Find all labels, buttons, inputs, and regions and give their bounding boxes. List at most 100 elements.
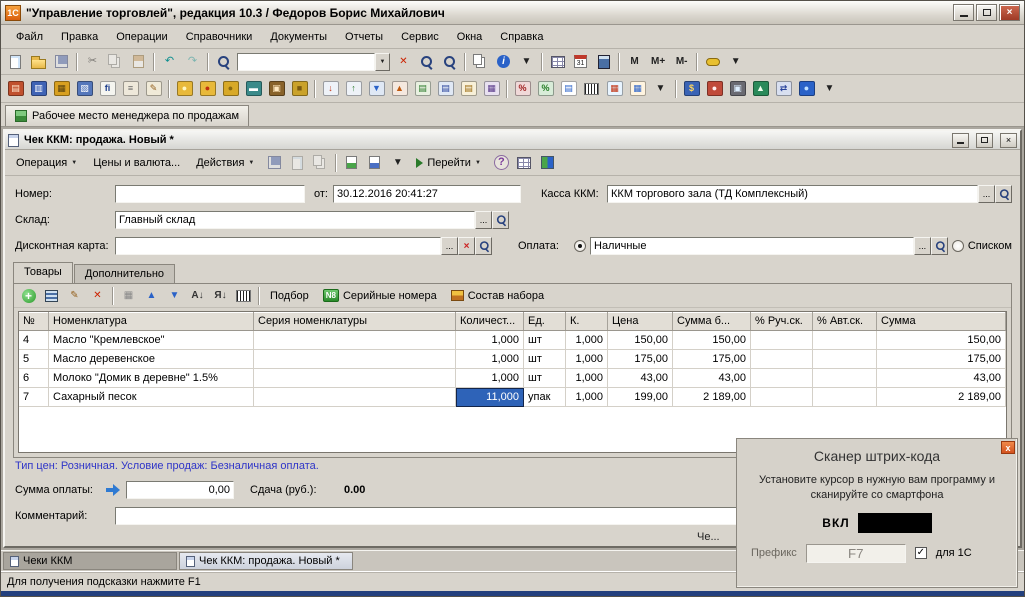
cell-auto_disc[interactable] <box>813 369 877 388</box>
column-header-manual_disc[interactable]: % Руч.ск. <box>751 312 813 330</box>
move-row-down-button[interactable]: ▼ <box>164 285 185 306</box>
operation-menu-button[interactable]: Операция ▼ <box>9 152 84 173</box>
copy-document-icon[interactable] <box>310 152 331 173</box>
cell-sum_no_disc[interactable]: 2 189,00 <box>673 388 751 407</box>
warehouse-input[interactable] <box>115 211 475 229</box>
cell-sum[interactable]: 43,00 <box>877 369 1006 388</box>
menu-item-reports[interactable]: Отчеты <box>336 27 392 47</box>
move-row-up-button[interactable]: ▲ <box>141 285 162 306</box>
exchange-rates-icon[interactable]: $ <box>681 78 702 99</box>
calculator-icon[interactable] <box>593 51 614 72</box>
print-document-icon[interactable]: ▧ <box>74 78 95 99</box>
document-structure-icon[interactable] <box>537 152 558 173</box>
table-row[interactable]: 5 Масло деревенское 1,000 шт 1,000 175,00 175,… <box>19 350 1006 369</box>
cell-k[interactable]: 1,000 <box>566 350 608 369</box>
menu-item-help[interactable]: Справка <box>491 27 552 47</box>
document-list-view-icon[interactable] <box>514 152 535 173</box>
edit-row-button[interactable]: ✎ <box>64 285 85 306</box>
payment-type-input[interactable] <box>590 237 914 255</box>
cell-name[interactable]: Молоко "Домик в деревне" 1.5% <box>49 369 254 388</box>
scales-device-icon[interactable]: ▲ <box>750 78 771 99</box>
crm-contacts-icon[interactable]: ● <box>704 78 725 99</box>
print-check-icon[interactable] <box>364 152 385 173</box>
cell-qty[interactable]: 11,000 <box>456 388 524 407</box>
bottom-tab-check-sale-new[interactable]: Чек ККМ: продажа. Новый * <box>179 552 353 570</box>
documents-journal-icon[interactable]: ▥ <box>28 78 49 99</box>
receipt-printer-icon[interactable]: ▤ <box>5 78 26 99</box>
coins-icon[interactable]: ● <box>220 78 241 99</box>
price-list-icon[interactable]: ▤ <box>558 78 579 99</box>
cell-series[interactable] <box>254 350 456 369</box>
kkm-open-button[interactable] <box>995 185 1012 203</box>
memory-plus-button[interactable]: M+ <box>647 51 669 72</box>
cell-unit[interactable]: упак <box>524 388 566 407</box>
prices-currency-button[interactable]: Цены и валюта... <box>86 152 187 173</box>
data-exchange-icon[interactable]: ⇄ <box>773 78 794 99</box>
doc-more-dropdown-button[interactable]: ▼ <box>387 152 408 173</box>
payment-cash-radio[interactable] <box>574 240 586 252</box>
doc-close-button[interactable]: × <box>1000 132 1017 148</box>
memory-minus-button[interactable]: M- <box>671 51 692 72</box>
for-1c-checkbox[interactable] <box>914 547 927 560</box>
tab-goods[interactable]: Товары <box>13 262 73 283</box>
cell-num[interactable]: 6 <box>19 369 49 388</box>
find-next-icon[interactable] <box>416 51 437 72</box>
retail-equipment-icon[interactable]: ▣ <box>727 78 748 99</box>
scanner-status-display[interactable] <box>857 512 932 533</box>
cell-sum[interactable]: 175,00 <box>877 350 1006 369</box>
goods-receipt-icon[interactable]: ▼ <box>366 78 387 99</box>
maximize-button[interactable] <box>976 4 997 21</box>
cell-price[interactable]: 199,00 <box>608 388 673 407</box>
quick-search-input[interactable] <box>237 52 375 71</box>
close-button[interactable]: × <box>999 4 1020 21</box>
show-table-icon[interactable] <box>547 51 568 72</box>
cell-sum_no_disc[interactable]: 150,00 <box>673 331 751 350</box>
open-file-icon[interactable] <box>28 51 49 72</box>
save-icon[interactable] <box>51 51 72 72</box>
save-document-icon[interactable] <box>264 152 285 173</box>
menu-item-documents[interactable]: Документы <box>261 27 336 47</box>
column-header-sum[interactable]: Сумма <box>877 312 1006 330</box>
repricing-icon[interactable]: % <box>512 78 533 99</box>
date-input[interactable] <box>333 185 521 203</box>
column-header-price[interactable]: Цена <box>608 312 673 330</box>
cell-manual_disc[interactable] <box>751 331 813 350</box>
cell-manual_disc[interactable] <box>751 388 813 407</box>
cell-unit[interactable]: шт <box>524 369 566 388</box>
cell-price[interactable]: 43,00 <box>608 369 673 388</box>
cell-unit[interactable]: шт <box>524 331 566 350</box>
discount-clear-button[interactable]: × <box>458 237 475 255</box>
memory-store-button[interactable]: M <box>624 51 645 72</box>
goods-return-icon[interactable]: ▲ <box>389 78 410 99</box>
bottom-tab-checks-journal[interactable]: Чеки ККМ <box>3 552 177 570</box>
cell-series[interactable] <box>254 388 456 407</box>
add-copy-row-icon[interactable] <box>41 285 62 306</box>
scanner-prefix-input[interactable] <box>805 543 906 563</box>
cash-in-icon[interactable]: ● <box>174 78 195 99</box>
calendar-icon[interactable]: 31 <box>570 51 591 72</box>
column-header-series[interactable]: Серия номенклатуры <box>254 312 456 330</box>
kkm-input[interactable] <box>607 185 978 203</box>
cell-auto_disc[interactable] <box>813 331 877 350</box>
doc-restore-button[interactable] <box>976 132 993 148</box>
chevron-down-icon[interactable]: ▼ <box>375 52 390 71</box>
delete-row-button[interactable]: ✕ <box>87 285 108 306</box>
copy-icon[interactable] <box>105 51 126 72</box>
cell-qty[interactable]: 1,000 <box>456 369 524 388</box>
warehouse-select-button[interactable]: ... <box>475 211 492 229</box>
sort-ascending-button[interactable]: А↓ <box>187 285 208 306</box>
incoming-invoice-icon[interactable]: ↓ <box>320 78 341 99</box>
cut-icon[interactable]: ✂ <box>82 51 103 72</box>
column-header-k[interactable]: К. <box>566 312 608 330</box>
show-barcode-icon[interactable] <box>233 285 254 306</box>
doc-minimize-button[interactable] <box>952 132 969 148</box>
find-previous-icon[interactable] <box>439 51 460 72</box>
cell-price[interactable]: 150,00 <box>608 331 673 350</box>
cell-num[interactable]: 7 <box>19 388 49 407</box>
payment-select-button[interactable]: ... <box>913 237 931 255</box>
table-row[interactable]: 7 Сахарный песок 11,000 упак 1,000 199,00 2 18… <box>19 388 1006 407</box>
redo-icon[interactable]: ↷ <box>182 51 203 72</box>
cell-auto_disc[interactable] <box>813 350 877 369</box>
goto-menu-button[interactable]: Перейти ▼ <box>409 152 488 173</box>
column-header-num[interactable]: № <box>19 312 49 330</box>
